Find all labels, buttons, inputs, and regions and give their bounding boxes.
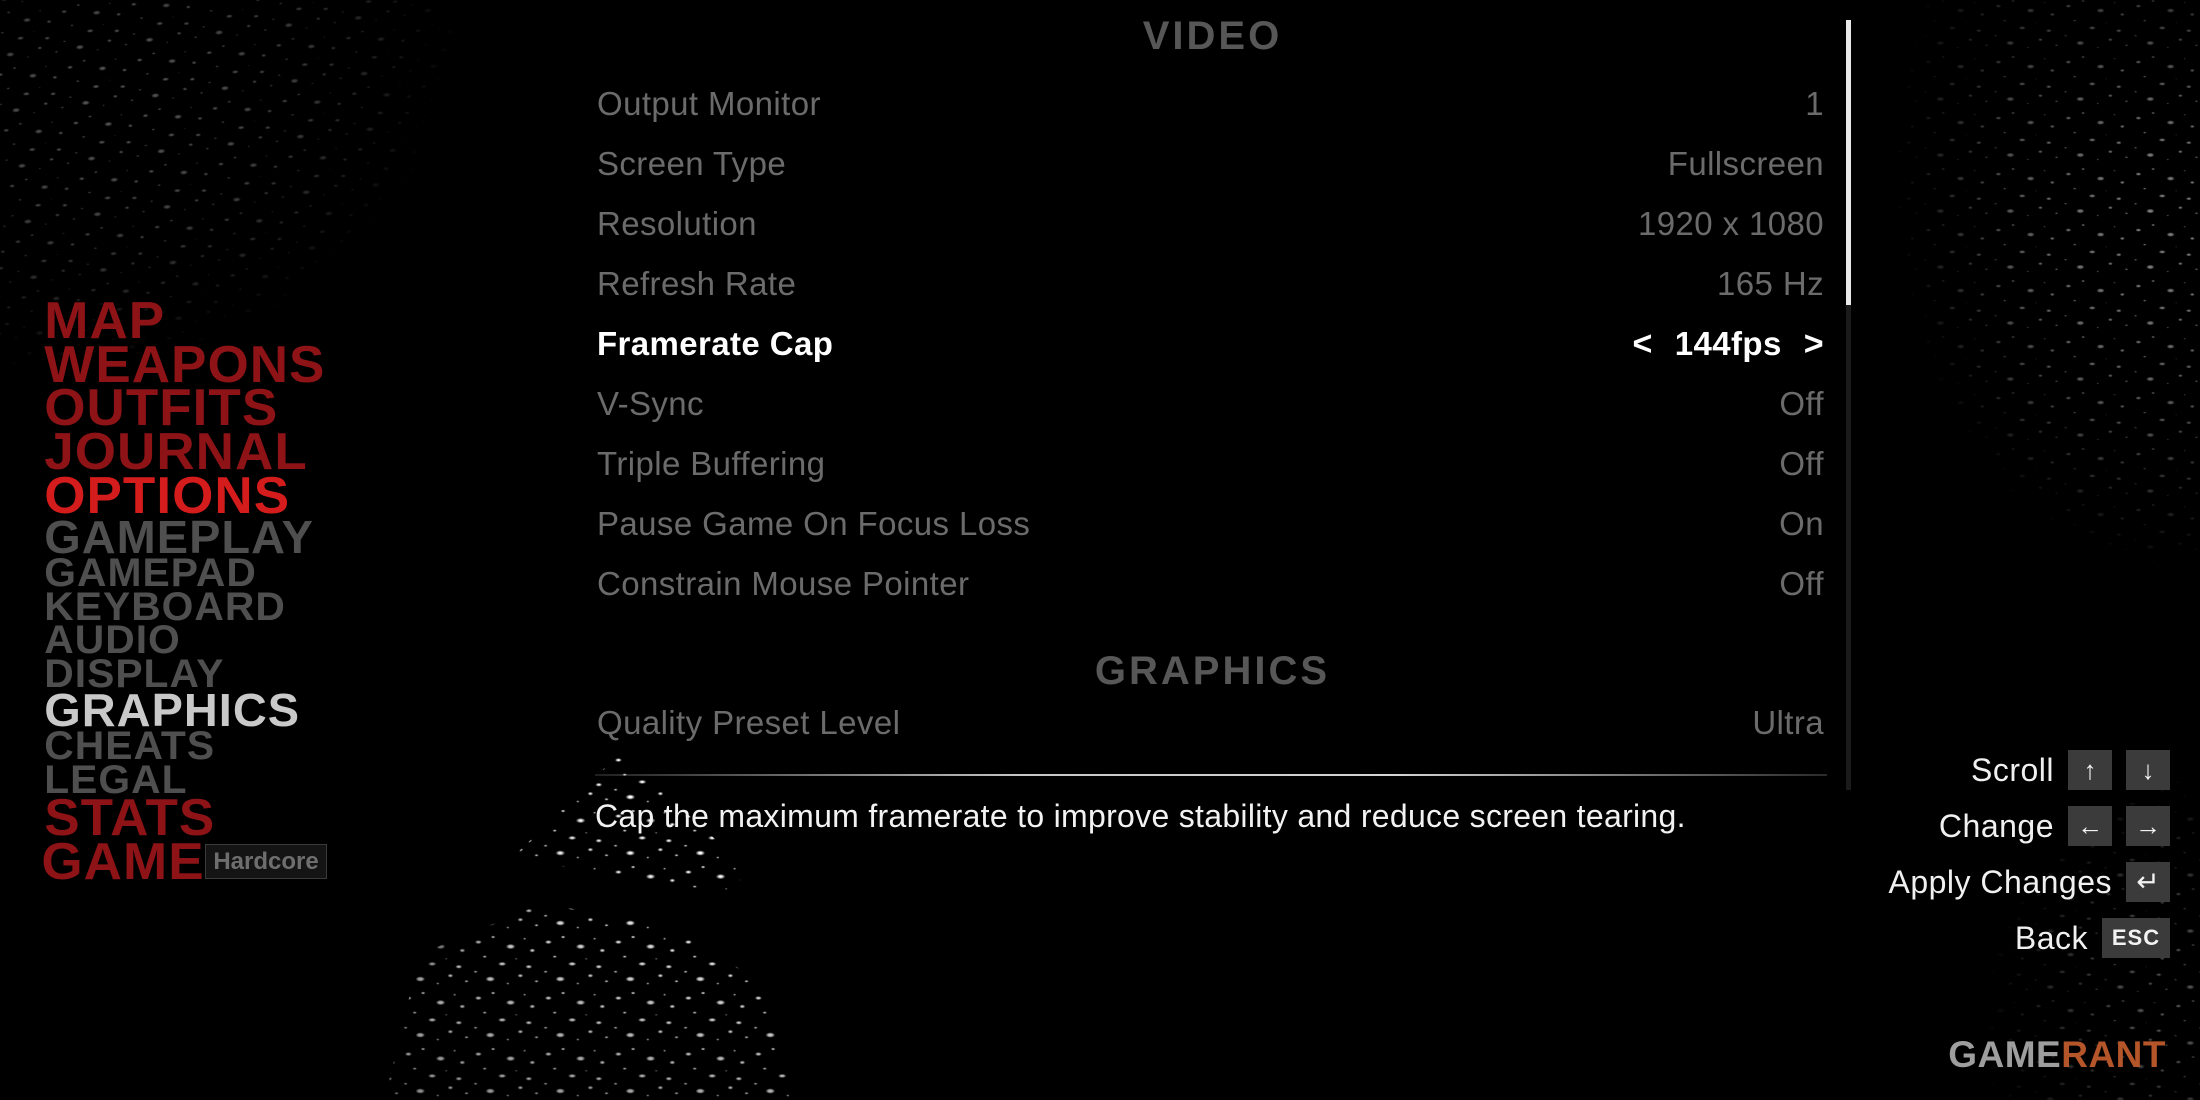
settings-scrollbar[interactable] (1846, 20, 1851, 790)
setting-value: Off (1779, 565, 1824, 602)
setting-value: 1 (1805, 85, 1824, 122)
setting-label: V-Sync (597, 385, 704, 422)
setting-value-text: 144fps (1674, 325, 1782, 362)
gamerant-watermark: GAMERANT (1948, 1034, 2166, 1076)
setting-row[interactable]: Framerate Cap <144fps > (595, 325, 1830, 385)
hint-label: Back (2014, 919, 2088, 956)
chevron-right-icon[interactable]: > (1804, 327, 1824, 361)
arrow-down-key-icon[interactable]: ↓ (2126, 750, 2170, 790)
hint-apply-changes: Apply Changes ↵ (1888, 862, 2170, 902)
hint-change: Change ← → (1939, 806, 2170, 846)
setting-row[interactable]: Output Monitor 1 (595, 85, 1830, 145)
setting-description: Cap the maximum framerate to improve sta… (595, 798, 1686, 834)
setting-label: Resolution (597, 205, 757, 242)
panel-separator (595, 774, 1827, 776)
hint-label: Change (1938, 807, 2054, 844)
setting-value: <144fps > (1633, 325, 1825, 363)
setting-label: Quality Preset Level (597, 704, 901, 741)
setting-label: Output Monitor (597, 85, 821, 122)
setting-value: Fullscreen (1667, 145, 1824, 182)
setting-label: Refresh Rate (597, 265, 797, 302)
arrow-up-key-icon[interactable]: ↑ (2068, 750, 2112, 790)
arrow-right-key-icon[interactable]: → (2126, 806, 2170, 846)
setting-label: Pause Game On Focus Loss (597, 505, 1031, 542)
sidebar-item-game-label: GAME (41, 832, 205, 891)
hint-scroll: Scroll ↑ ↓ (1971, 750, 2170, 790)
sidebar-menu: MAP WEAPONS OUTFITS JOURNAL OPTIONS GAMEPLAY G… (0, 295, 370, 891)
hint-back: Back ESC (2015, 918, 2170, 958)
setting-row[interactable]: Pause Game On Focus Loss On (595, 505, 1830, 565)
setting-label: Framerate Cap (597, 325, 834, 362)
sidebar-item-game[interactable]: GAME Hardcore (41, 832, 327, 891)
setting-row[interactable]: Triple Buffering Off (595, 445, 1830, 505)
setting-row[interactable]: Refresh Rate 165 Hz (595, 265, 1830, 325)
setting-row[interactable]: Resolution 1920 x 1080 (595, 205, 1830, 265)
scrollbar-thumb[interactable] (1846, 20, 1851, 305)
sidebar-item-list: MAP WEAPONS OUTFITS JOURNAL OPTIONS GAMEPLAY G… (44, 295, 324, 844)
setting-value: Off (1779, 445, 1824, 482)
setting-value: 165 Hz (1717, 265, 1824, 302)
setting-label: Constrain Mouse Pointer (597, 565, 970, 602)
arrow-left-key-icon[interactable]: ← (2068, 806, 2112, 846)
hint-label: Apply Changes (1888, 863, 2112, 900)
video-section-header: VIDEO (1142, 14, 1283, 58)
control-hints: Scroll ↑ ↓ Change ← → Apply Changes ↵ Back ESC (1770, 750, 2170, 958)
hardcore-badge: Hardcore (205, 843, 327, 879)
chevron-left-icon[interactable]: < (1633, 327, 1653, 361)
esc-key[interactable]: ESC (2102, 918, 2170, 958)
setting-row[interactable]: Quality Preset Level Ultra (595, 704, 1830, 764)
setting-value: Ultra (1752, 704, 1824, 741)
watermark-game-text: GAME (1948, 1034, 2062, 1075)
enter-key-icon[interactable]: ↵ (2126, 862, 2170, 902)
setting-value: 1920 x 1080 (1637, 205, 1824, 242)
setting-label: Screen Type (597, 145, 787, 182)
hint-label: Scroll (1970, 751, 2054, 788)
graphics-section-header: GRAPHICS (1094, 649, 1331, 693)
setting-row[interactable]: Screen Type Fullscreen (595, 145, 1830, 205)
setting-row[interactable]: Constrain Mouse Pointer Off (595, 565, 1830, 625)
settings-panel: VIDEO Output Monitor 1 Screen Type Fullscre… (595, 0, 1830, 1100)
setting-label: Triple Buffering (597, 445, 826, 482)
setting-value: Off (1779, 385, 1824, 422)
video-settings-list: Output Monitor 1 Screen Type Fullscreen Reso… (595, 85, 1830, 625)
graphics-settings-list: Quality Preset Level Ultra (595, 704, 1830, 764)
setting-row[interactable]: V-Sync Off (595, 385, 1830, 445)
watermark-rant-text: RANT (2061, 1034, 2166, 1075)
setting-value: On (1779, 505, 1824, 542)
